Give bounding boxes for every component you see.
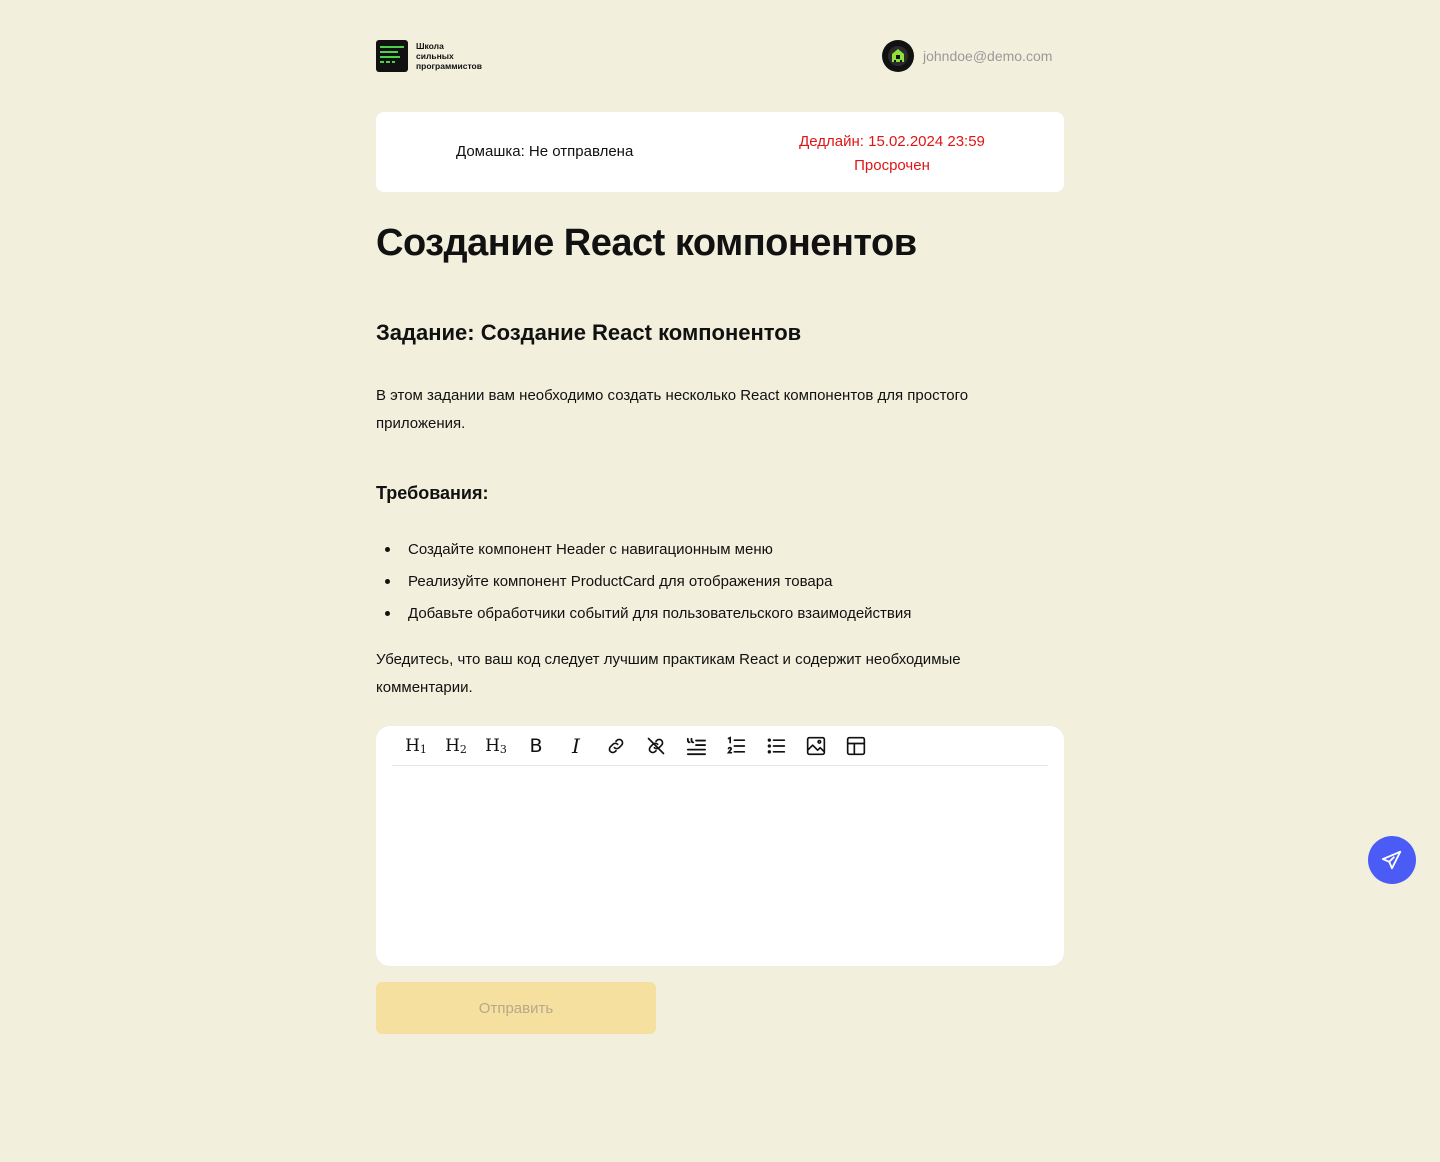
requirements-list: Создайте компонент Header с навигационны… (376, 534, 911, 630)
task-outro: Убедитесь, что ваш код следует лучшим пр… (376, 651, 961, 696)
ordered-list-icon (726, 735, 746, 753)
send-icon (1381, 850, 1402, 870)
deadline-info: Дедлайн: 15.02.2024 23:59 Просрочен (776, 130, 1008, 178)
user-menu[interactable]: johndoe@demo.com (882, 40, 1052, 72)
task-intro: В этом задании вам необходимо создать не… (376, 387, 969, 432)
heading-3-letter: H (485, 735, 500, 756)
school-logo[interactable]: Школа сильных программистов (376, 40, 482, 72)
list-item: Создайте компонент Header с навигационны… (376, 534, 911, 566)
unlink-button[interactable] (636, 726, 676, 766)
list-item: Добавьте обработчики событий для пользов… (376, 598, 911, 630)
link-button[interactable] (596, 726, 636, 766)
heading-1-button[interactable]: H1 (396, 726, 436, 766)
avatar[interactable] (882, 40, 914, 72)
page-title: Создание React компонентов (376, 222, 917, 264)
heading-2-button[interactable]: H2 (436, 726, 476, 766)
italic-button[interactable]: I (556, 726, 596, 766)
homework-status: Домашка: Не отправлена (456, 143, 634, 160)
heading-2-letter: H (445, 735, 460, 756)
unlink-icon (647, 737, 665, 754)
image-button[interactable] (796, 726, 836, 766)
ordered-list-button[interactable] (716, 726, 756, 766)
heading-3-button[interactable]: H3 (476, 726, 516, 766)
editor-toolbar: H1 H2 H3 B I (392, 726, 1048, 766)
heading-3-icon: H3 (485, 736, 507, 756)
deadline-date: Дедлайн: 15.02.2024 23:59 (799, 133, 985, 150)
bold-button[interactable]: B (516, 726, 556, 766)
list-item: Реализуйте компонент ProductCard для ото… (376, 566, 911, 598)
answer-editor: H1 H2 H3 B I (376, 726, 1064, 966)
heading-1-letter: H (405, 735, 420, 756)
answer-text-area[interactable] (392, 767, 1048, 957)
task-title: Задание: Создание React компонентов (376, 320, 802, 345)
heading-2-icon: H2 (445, 736, 467, 756)
logo-text: Школа сильных программистов (416, 41, 482, 71)
user-email: johndoe@demo.com (923, 48, 1053, 64)
blockquote-button[interactable] (676, 726, 716, 766)
heading-3-level: 3 (499, 742, 507, 756)
blockquote-icon (686, 737, 706, 755)
table-icon (846, 736, 866, 755)
logo-icon (376, 40, 408, 72)
logo-line: сильных (416, 51, 454, 61)
telegram-button[interactable] (1368, 836, 1416, 884)
avatar-icon (888, 46, 908, 66)
bullet-list-button[interactable] (756, 726, 796, 766)
heading-2-level: 2 (459, 742, 467, 756)
submit-button[interactable]: Отправить (376, 982, 656, 1034)
image-icon (806, 736, 826, 755)
link-icon (608, 738, 624, 753)
heading-1-icon: H1 (405, 736, 427, 756)
overdue-badge: Просрочен (854, 157, 930, 174)
bullet-list-icon (767, 738, 786, 753)
heading-1-level: 1 (419, 742, 427, 756)
homework-status-card: Домашка: Не отправлена Дедлайн: 15.02.20… (376, 112, 1064, 192)
table-button[interactable] (836, 726, 876, 766)
bold-icon: B (529, 734, 543, 757)
logo-line: Школа (416, 41, 444, 51)
logo-line: программистов (416, 61, 482, 71)
italic-icon: I (572, 733, 580, 758)
requirements-title: Требования: (376, 483, 489, 503)
